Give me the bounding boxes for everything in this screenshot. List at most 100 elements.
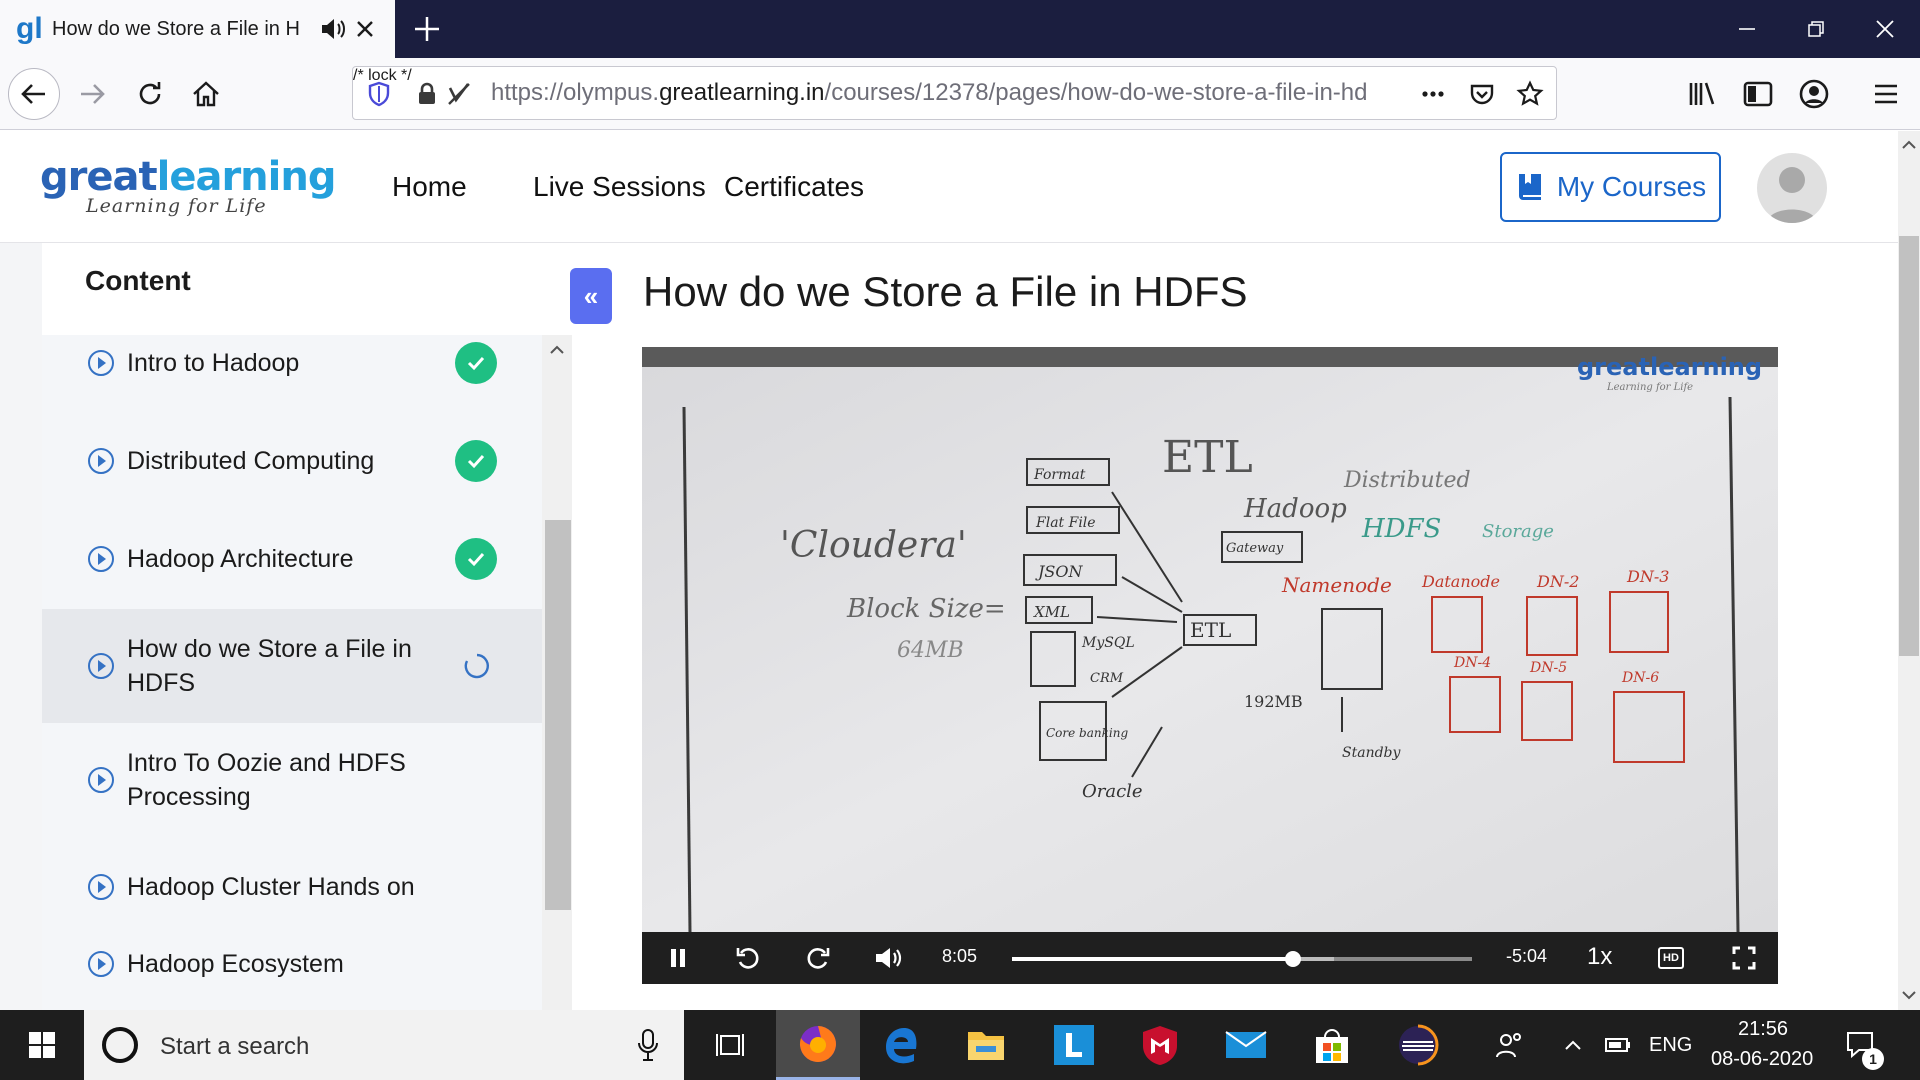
reload-button[interactable]: [124, 68, 176, 120]
more-icon[interactable]: [1419, 80, 1447, 108]
notification-badge: 1: [1862, 1048, 1884, 1070]
fullscreen-icon[interactable]: [1728, 942, 1760, 974]
browser-tab-active[interactable]: gl How do we Store a File in H: [0, 0, 395, 58]
bookmark-star-icon[interactable]: [1516, 80, 1544, 108]
book-icon: [1518, 174, 1541, 200]
pocket-icon[interactable]: [1468, 80, 1496, 108]
list-item-active[interactable]: How do we Store a File in HDFS: [42, 609, 542, 723]
item-label: Hadoop Architecture: [127, 545, 354, 573]
close-tab-icon[interactable]: [353, 17, 377, 41]
page-title: How do we Store a File in HDFS: [643, 268, 1248, 315]
playback-speed[interactable]: 1x: [1587, 943, 1612, 971]
microphone-icon[interactable]: [634, 1028, 662, 1062]
svg-text:greatlearning: greatlearning: [1577, 353, 1762, 381]
seek-knob[interactable]: [1284, 951, 1301, 967]
shield-icon[interactable]: [365, 80, 393, 108]
show-hidden-icons-icon[interactable]: [1563, 1037, 1583, 1053]
library-icon[interactable]: [1686, 78, 1718, 110]
nav-certificates[interactable]: Certificates: [724, 171, 864, 203]
forward-seek-icon[interactable]: [802, 942, 834, 974]
svg-text:Storage: Storage: [1482, 521, 1554, 542]
sidebar-icon[interactable]: [1742, 78, 1774, 110]
svg-text:Format: Format: [1033, 467, 1086, 483]
language-indicator[interactable]: ENG: [1649, 1034, 1692, 1057]
lock-icon[interactable]: [413, 80, 441, 108]
taskbar-firefox[interactable]: [776, 1010, 860, 1080]
url-text[interactable]: https://olympus.greatlearning.in/courses…: [491, 79, 1366, 107]
video-watermark-tagline: Learning for Life: [1606, 382, 1693, 393]
close-window-icon[interactable]: [1870, 14, 1900, 44]
list-item[interactable]: Distributed Computing: [42, 433, 542, 489]
sidebar-scroll-thumb[interactable]: [545, 520, 571, 910]
left-gutter: [0, 243, 42, 1010]
check-icon: [455, 342, 497, 384]
restore-icon[interactable]: [1801, 14, 1831, 44]
page-scroll-up-icon[interactable]: [1900, 138, 1918, 152]
home-button[interactable]: [180, 68, 232, 120]
firefox-icon: [799, 1025, 836, 1062]
back-button[interactable]: [8, 68, 60, 120]
page-scroll-thumb[interactable]: [1899, 236, 1919, 656]
video-controls: 8:05 -5:04 1x HD: [642, 932, 1778, 984]
remaining-time: -5:04: [1506, 946, 1548, 966]
start-button[interactable]: [0, 1010, 84, 1080]
minimize-icon[interactable]: [1732, 14, 1762, 44]
taskbar-l-app[interactable]: [1032, 1010, 1116, 1080]
svg-text:Gateway: Gateway: [1226, 541, 1284, 556]
task-view-button[interactable]: [688, 1010, 772, 1080]
svg-text:MySQL: MySQL: [1081, 635, 1135, 651]
taskbar-eclipse[interactable]: [1376, 1010, 1460, 1080]
account-icon[interactable]: [1798, 78, 1830, 110]
list-item[interactable]: Intro To Oozie and HDFS Processing: [42, 723, 542, 837]
play-circle-icon: [88, 448, 114, 474]
taskbar-mail[interactable]: [1204, 1010, 1288, 1080]
svg-text:64MB: 64MB: [897, 638, 964, 663]
address-bar[interactable]: /* lock */ https://olympus.greatlearning…: [352, 66, 1557, 120]
svg-text:Distributed: Distributed: [1343, 468, 1471, 493]
my-courses-button[interactable]: My Courses: [1500, 152, 1721, 222]
pause-icon[interactable]: [662, 942, 694, 974]
item-label: Hadoop Cluster Hands on: [127, 873, 415, 901]
clock-date[interactable]: 08-06-2020: [1711, 1048, 1813, 1071]
rewind-icon[interactable]: [732, 942, 764, 974]
taskbar-mcafee[interactable]: [1118, 1010, 1202, 1080]
taskbar-store[interactable]: [1290, 1010, 1374, 1080]
greatlearning-favicon-icon: gl: [16, 12, 43, 45]
clock-time[interactable]: 21:56: [1738, 1018, 1788, 1041]
list-item[interactable]: Intro to Hadoop: [42, 335, 542, 391]
video-player[interactable]: 'Cloudera' Block Size= 64MB ETL Format F…: [642, 347, 1778, 984]
taskbar-edge[interactable]: [860, 1010, 944, 1080]
played-bar: [1012, 957, 1293, 961]
nav-live-sessions[interactable]: Live Sessions: [533, 171, 706, 203]
item-label: How do we Store a File in HDFS: [127, 635, 412, 697]
item-label: Distributed Computing: [127, 447, 375, 475]
list-item[interactable]: Hadoop Cluster Hands on: [42, 859, 542, 915]
volume-icon[interactable]: [872, 942, 904, 974]
scroll-up-icon[interactable]: [548, 343, 566, 357]
battery-icon[interactable]: [1604, 1034, 1632, 1056]
svg-text:ETL: ETL: [1190, 618, 1231, 642]
forward-button[interactable]: [66, 68, 118, 120]
permissions-icon[interactable]: [445, 80, 473, 108]
list-item[interactable]: Hadoop Architecture: [42, 531, 542, 587]
collapse-sidebar-button[interactable]: «: [570, 268, 612, 324]
svg-text:Oracle: Oracle: [1082, 781, 1143, 802]
taskbar-file-explorer[interactable]: [944, 1010, 1028, 1080]
new-tab-icon[interactable]: [410, 12, 444, 46]
home-icon: [193, 81, 219, 107]
page-scroll-down-icon[interactable]: [1900, 988, 1918, 1002]
hd-quality-button[interactable]: HD: [1658, 947, 1684, 969]
avatar[interactable]: [1757, 153, 1827, 223]
greatlearning-logo[interactable]: greatlearning Learning for Life: [40, 155, 336, 217]
svg-text:Core banking: Core banking: [1046, 726, 1128, 740]
speaker-icon[interactable]: [320, 17, 346, 41]
taskbar-search[interactable]: Start a search: [84, 1010, 684, 1080]
menu-icon[interactable]: [1870, 78, 1902, 110]
list-item[interactable]: Hadoop Ecosystem: [42, 936, 542, 992]
svg-text:DN-6: DN-6: [1621, 670, 1659, 686]
nav-home[interactable]: Home: [392, 171, 467, 203]
svg-text:JSON: JSON: [1035, 562, 1083, 581]
seek-bar[interactable]: [1012, 951, 1472, 967]
people-icon[interactable]: [1495, 1030, 1525, 1060]
svg-text:HDFS: HDFS: [1361, 514, 1441, 544]
